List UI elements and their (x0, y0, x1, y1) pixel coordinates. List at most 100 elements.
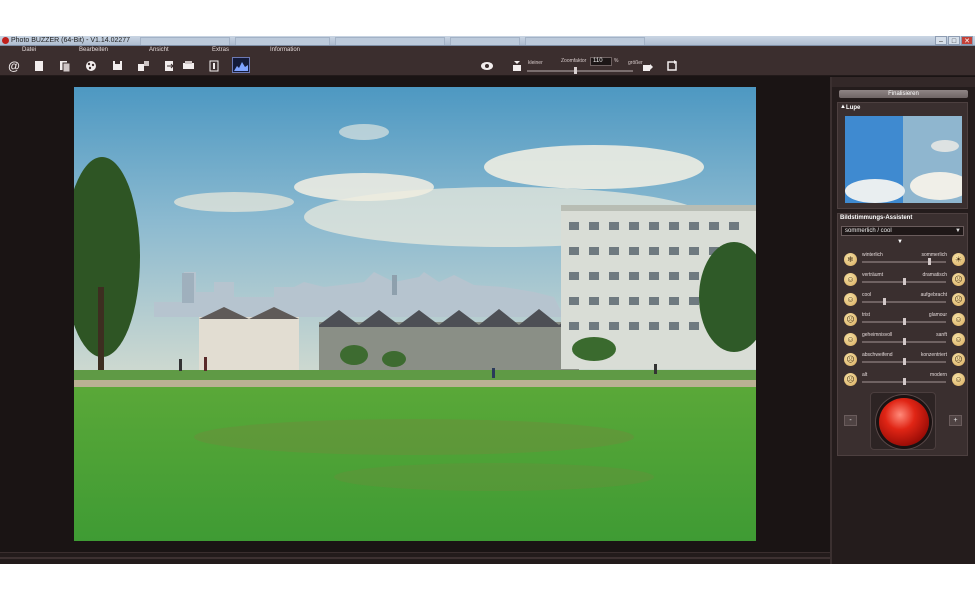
photo-preview[interactable] (74, 87, 756, 541)
slider-right-label: glamour (928, 312, 947, 318)
background-window-tab[interactable] (450, 37, 520, 45)
slider-thumb[interactable] (902, 358, 906, 365)
sun-icon[interactable]: ☀ (952, 253, 965, 266)
copy-document-icon[interactable] (58, 59, 72, 72)
menu-bar: Datei Bearbeiten Ansicht Extras Informat… (0, 46, 975, 55)
maximize-button[interactable]: □ (948, 36, 960, 45)
zoom-factor-input[interactable]: 110 (590, 57, 612, 66)
focused-face-icon[interactable]: ☹ (952, 353, 965, 366)
mood-slider-row: ☺ cool aufgebracht ☹ (838, 291, 969, 309)
snowflake-icon[interactable]: ❄ (844, 253, 857, 266)
menu-bearbeiten[interactable]: Bearbeiten (79, 46, 108, 55)
background-window-tab[interactable] (525, 37, 645, 45)
magnifier-view[interactable] (845, 116, 962, 203)
palette-icon[interactable] (84, 59, 98, 72)
slider-track[interactable] (862, 358, 946, 365)
increase-button[interactable]: + (949, 415, 962, 426)
print-icon[interactable] (181, 59, 195, 72)
batch-icon[interactable] (136, 59, 150, 72)
slider-left-label: cool (862, 292, 872, 298)
panel-header (832, 77, 975, 87)
rotate-icon[interactable] (665, 59, 679, 72)
zoom-smaller-label: kleiner (528, 60, 543, 66)
slider-thumb[interactable] (928, 258, 932, 265)
zoom-slider-track[interactable] (527, 70, 633, 72)
menu-extras[interactable]: Extras (212, 46, 229, 55)
mood-slider-row: ☺ geheimnisvoll sanft ☺ (838, 331, 969, 349)
slider-track[interactable] (862, 278, 946, 285)
toolbar: @ kleiner Zoomfaktor 110 % größer (0, 55, 975, 76)
slider-track[interactable] (862, 298, 946, 305)
slider-thumb[interactable] (902, 278, 906, 285)
slider-right-label: sanft (936, 332, 947, 338)
slider-thumb[interactable] (883, 298, 887, 305)
at-icon[interactable]: @ (7, 59, 21, 73)
slider-left-label: verträumt (862, 272, 884, 278)
mood-slider-row: ☹ trist glamour ☺ (838, 311, 969, 329)
info-icon[interactable] (207, 59, 221, 72)
angry-face-icon[interactable]: ☹ (952, 293, 965, 306)
slider-thumb[interactable] (902, 318, 906, 325)
save-icon[interactable] (110, 59, 124, 72)
slider-right-label: sommerlich (921, 252, 947, 258)
distracted-face-icon[interactable]: ☹ (844, 353, 857, 366)
expand-arrow-icon[interactable]: ▼ (897, 239, 903, 245)
zoom-slider-thumb[interactable] (574, 67, 577, 74)
image-canvas[interactable] (0, 77, 830, 552)
title-bar: Photo BUZZER (64-Bit) - V1.14.02277 – □ … (0, 36, 975, 46)
background-window-tab[interactable] (335, 37, 445, 45)
chevron-down-icon[interactable]: ▼ (955, 227, 961, 235)
zoom-factor-label: Zoomfaktor (561, 58, 587, 64)
modern-face-icon[interactable]: ☺ (952, 373, 965, 386)
background-window-tab[interactable] (140, 37, 230, 45)
slider-track[interactable] (862, 258, 946, 265)
background-window-tab[interactable] (235, 37, 330, 45)
slider-track[interactable] (862, 338, 946, 345)
mood-preset-select[interactable]: sommerlich / cool ▼ (841, 226, 964, 236)
sad-face-icon[interactable]: ☹ (844, 313, 857, 326)
mysterious-face-icon[interactable]: ☺ (844, 333, 857, 346)
menu-ansicht[interactable]: Ansicht (149, 46, 169, 55)
menu-datei[interactable]: Datei (22, 46, 36, 55)
window-controls: – □ ✕ (935, 36, 973, 46)
slider-left-label: trist (862, 312, 871, 318)
zoom-control: kleiner Zoomfaktor 110 % größer (509, 57, 659, 75)
buzzer-frame (870, 392, 936, 450)
slider-right-label: dramatisch (922, 272, 947, 278)
slider-left-label: geheimnisvoll (862, 332, 893, 338)
cool-face-icon[interactable]: ☺ (844, 293, 857, 306)
gentle-face-icon[interactable]: ☺ (952, 333, 965, 346)
window-title: Photo BUZZER (64-Bit) - V1.14.02277 (11, 37, 131, 44)
buzzer-button[interactable] (879, 398, 929, 446)
app-window: Photo BUZZER (64-Bit) - V1.14.02277 – □ … (0, 36, 975, 564)
slider-track[interactable] (862, 318, 946, 325)
mood-assistant-title: Bildstimmungs-Assistent (840, 215, 913, 221)
slider-thumb[interactable] (902, 378, 906, 385)
export-icon[interactable] (162, 59, 176, 72)
zoom-in-icon[interactable] (641, 59, 655, 72)
mood-slider-row: ☺ verträumt dramatisch ☹ (838, 271, 969, 289)
dreamy-face-icon[interactable]: ☺ (844, 273, 857, 286)
dramatic-face-icon[interactable]: ☹ (952, 273, 965, 286)
slider-track[interactable] (862, 378, 946, 385)
status-strip (0, 552, 830, 564)
mood-preset-value: sommerlich / cool (845, 228, 892, 234)
finalize-button[interactable]: Finalisieren (839, 90, 968, 98)
eye-icon[interactable] (480, 59, 494, 72)
slider-right-label: modern (930, 372, 947, 378)
menu-information[interactable]: Information (270, 46, 300, 55)
slider-thumb[interactable] (902, 338, 906, 345)
glamour-face-icon[interactable]: ☺ (952, 313, 965, 326)
slider-left-label: alt (862, 372, 868, 378)
histogram-icon[interactable] (232, 57, 250, 73)
new-document-icon[interactable] (32, 59, 46, 72)
mood-slider-row: ☹ abschweifend konzentriert ☹ (838, 351, 969, 369)
minimize-button[interactable]: – (935, 36, 947, 45)
horizontal-scrollbar[interactable] (0, 557, 830, 559)
magnifier-panel: ▲ Lupe (837, 102, 968, 209)
old-face-icon[interactable]: ☹ (844, 373, 857, 386)
decrease-button[interactable]: - (844, 415, 857, 426)
slider-left-label: abschweifend (862, 352, 893, 358)
close-button[interactable]: ✕ (961, 36, 973, 45)
magnifier-label: Lupe (846, 105, 861, 111)
